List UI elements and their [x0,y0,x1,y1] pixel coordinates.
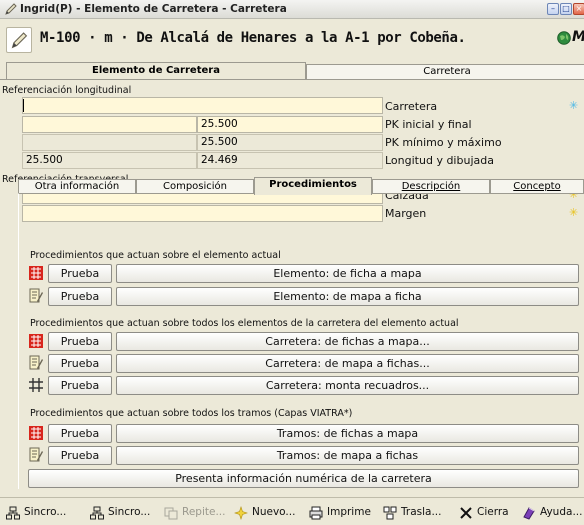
bottom-toolbar: Sincro... Sincro... Repite... Nuevo... I… [0,497,584,525]
prueba-button[interactable]: Prueba [48,287,112,306]
group3-label: Procedimientos que actuan sobre todos lo… [30,408,353,419]
tab-concepto[interactable]: Concepto [490,179,584,194]
sincro-button[interactable]: Sincro... [86,503,158,524]
prueba-button[interactable]: Prueba [48,332,112,351]
minimize-button[interactable]: – [547,3,559,15]
prueba-button[interactable]: Prueba [48,424,112,443]
elemento-mapa-a-ficha-button[interactable]: Elemento: de mapa a ficha [116,287,579,306]
map-to-sheet-icon [29,288,43,303]
sync-icon [6,506,20,520]
help-icon [523,507,535,520]
sincro-button[interactable]: Sincro... [2,503,86,524]
pk-maximo-field: 25.500 [197,134,383,151]
carretera-field[interactable] [22,97,383,114]
prueba-button[interactable]: Prueba [48,354,112,373]
tab-elemento-de-carretera[interactable]: Elemento de Carretera [6,62,306,79]
carretera-mapa-a-fichas-button[interactable]: Carretera: de mapa a fichas... [116,354,579,373]
top-tabs: Elemento de Carretera Carretera [0,62,584,79]
repeat-icon [164,507,178,520]
carretera-label: Carretera [385,100,438,113]
pencil-icon [6,27,32,53]
sheet-to-map-icon [29,334,43,348]
record-title: M-100 · m · De Alcalá de Henares a la A-… [40,30,466,46]
longitud-dibujada-label: Longitud y dibujada [385,154,494,167]
repite-button[interactable]: Repite... [160,503,228,524]
tab-carretera[interactable]: Carretera [306,64,584,79]
title-bar: Ingrid(P) - Elemento de Carretera - Carr… [0,0,584,19]
elemento-ficha-a-mapa-button[interactable]: Elemento: de ficha a mapa [116,264,579,283]
maximize-button[interactable]: □ [560,3,572,15]
tramos-mapa-a-fichas-button[interactable]: Tramos: de mapa a fichas [116,446,579,465]
tab-procedimientos[interactable]: Procedimientos [254,177,372,195]
group1-label: Procedimientos que actuan sobre el eleme… [30,250,281,261]
ayuda-button[interactable]: Ayuda... [518,503,584,524]
pk-inicial-final-label: PK inicial y final [385,118,472,131]
new-icon [234,506,248,520]
pencil-icon [5,3,17,15]
group2-label: Procedimientos que actuan sobre todos lo… [30,318,459,329]
longitudinal-ref-label: Referenciación longitudinal [2,85,132,96]
carretera-fichas-a-mapa-button[interactable]: Carretera: de fichas a mapa... [116,332,579,351]
carretera-monta-recuadros-button[interactable]: Carretera: monta recuadros... [116,376,579,395]
imprime-button[interactable]: Imprime [305,503,375,524]
globe-icon[interactable] [557,31,571,45]
sheet-to-map-icon [29,426,43,440]
pk-inicial-field[interactable] [22,116,197,133]
prueba-button[interactable]: Prueba [48,446,112,465]
longitud-field: 25.500 [22,152,197,169]
blue-star-icon[interactable]: ✳ [569,100,578,111]
sheet-to-map-icon [29,266,43,280]
record-header: M-100 · m · De Alcalá de Henares a la A-… [0,20,584,60]
prueba-button[interactable]: Prueba [48,264,112,283]
tab-composicion[interactable]: Composición [136,179,254,194]
tab-otra-informacion[interactable]: Otra información [18,179,136,194]
trasla-button[interactable]: Trasla... [379,503,449,524]
nuevo-button[interactable]: Nuevo... [230,503,300,524]
close-window-button[interactable]: × [573,3,584,15]
binoculars-icon[interactable]: M [572,29,584,45]
pk-minimo-maximo-label: PK mínimo y máximo [385,136,502,149]
map-to-sheet-icon [29,447,43,462]
prueba-button[interactable]: Prueba [48,376,112,395]
tramos-fichas-a-mapa-button[interactable]: Tramos: de fichas a mapa [116,424,579,443]
print-icon [309,506,323,520]
pk-minimo-field [22,134,197,151]
cierra-button[interactable]: Cierra [455,503,515,524]
tab-descripcion[interactable]: Descripción [372,179,490,194]
window-title: Ingrid(P) - Elemento de Carretera - Carr… [20,3,287,15]
dibujada-field: 24.469 [197,152,383,169]
move-icon [383,506,397,520]
close-icon [460,507,472,519]
detail-tabs: Otra información Composición Procedimien… [18,177,584,195]
text-cursor [23,99,24,112]
presenta-informacion-numerica-button[interactable]: Presenta información numérica de la carr… [28,469,579,488]
sync-icon [90,506,104,520]
frame-grid-icon [29,378,43,392]
pk-final-field[interactable]: 25.500 [197,116,383,133]
map-to-sheet-icon [29,355,43,370]
